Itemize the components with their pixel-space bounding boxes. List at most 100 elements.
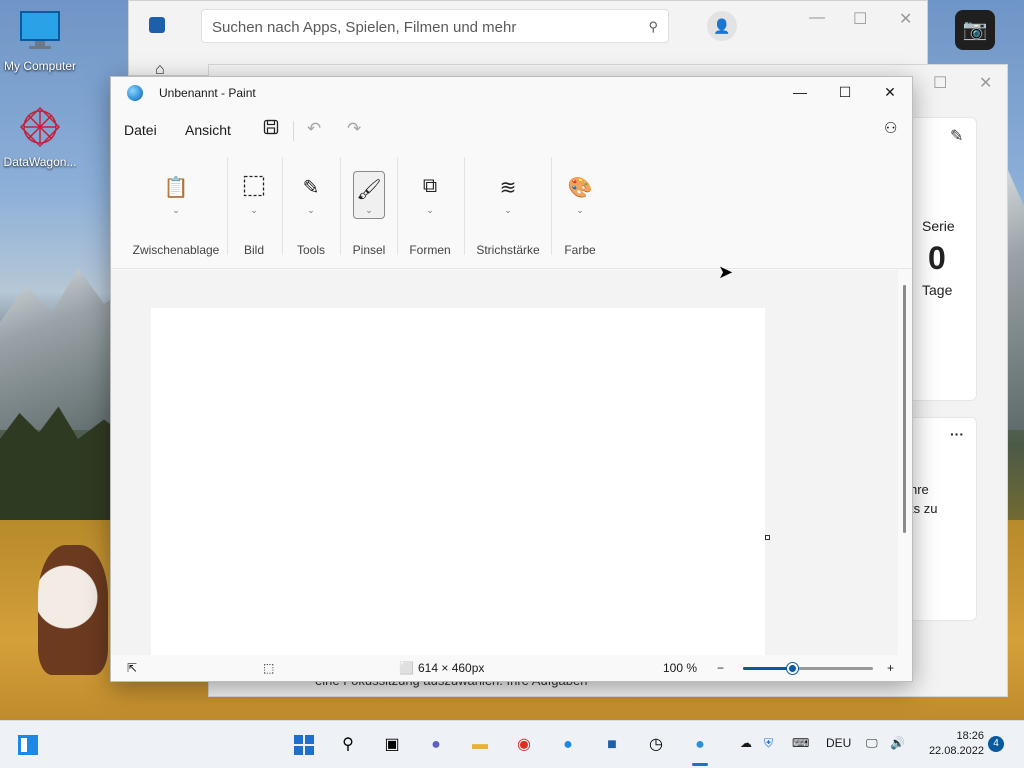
focus-maximize-button[interactable]: ☐	[933, 73, 947, 93]
canvas-size-text: 614 × 460px	[418, 661, 485, 675]
menu-view[interactable]: Ansicht	[185, 122, 231, 138]
chevron-down-icon: ⌄	[172, 205, 180, 215]
save-icon[interactable]	[263, 119, 279, 140]
paint-taskbar-icon[interactable]: ●	[688, 733, 712, 757]
group-image[interactable]: ⌄ Bild	[231, 151, 277, 269]
clock[interactable]: 18:26 22.08.2022	[920, 729, 984, 759]
search-icon[interactable]: ⚲	[336, 733, 360, 757]
drawing-canvas[interactable]	[151, 308, 765, 655]
group-label: Formen	[409, 243, 451, 257]
security-icon[interactable]: ⛨	[764, 736, 773, 751]
group-label: Strichstärke	[476, 243, 540, 257]
volume-icon[interactable]: 🔊	[890, 736, 905, 750]
keyboard-icon[interactable]: ⌨	[792, 736, 809, 750]
store-search-input[interactable]: Suchen nach Apps, Spielen, Filmen und me…	[201, 9, 669, 43]
desktop-icon-label: My Computer	[3, 59, 77, 73]
clock-time: 18:26	[956, 730, 984, 742]
maximize-button[interactable]: ☐	[822, 77, 868, 107]
group-separator	[227, 157, 228, 255]
monitor-icon	[20, 11, 60, 49]
chevron-down-icon: ⌄	[426, 205, 434, 215]
select-icon	[243, 175, 265, 203]
focus-close-button[interactable]: ✕	[979, 73, 992, 93]
tools-icon: ✎	[302, 177, 320, 199]
menu-file[interactable]: Datei	[124, 122, 157, 138]
palette-icon: 🎨	[567, 177, 593, 199]
store-icon[interactable]: ■	[600, 733, 624, 757]
desktop-icon-label: DataWagon...	[3, 155, 77, 169]
menu-bar: Datei Ansicht ↶ ↷ ⚇	[111, 111, 912, 149]
mouse-cursor-icon: ➤	[718, 262, 734, 282]
store-maximize-button[interactable]: ☐	[853, 9, 867, 29]
clipboard-icon: 📋	[163, 177, 189, 199]
more-options-icon[interactable]: ···	[950, 426, 964, 442]
group-separator	[340, 157, 341, 255]
close-button[interactable]: ✕	[867, 77, 913, 107]
shapes-icon: ⧉	[422, 175, 438, 197]
title-bar[interactable]: Unbenannt - Paint — ☐ ✕	[111, 77, 912, 109]
chrome-icon[interactable]: ◉	[512, 733, 536, 757]
serie-value: 0	[928, 240, 946, 276]
group-shapes[interactable]: ⧉ ⌄ Formen	[401, 151, 459, 269]
canvas-area[interactable]	[111, 270, 898, 655]
widgets-icon[interactable]	[16, 733, 40, 757]
network-icon[interactable]: 🖵	[866, 736, 878, 751]
zoom-slider-thumb[interactable]	[787, 663, 798, 674]
store-logo-icon	[149, 17, 165, 33]
group-separator	[551, 157, 552, 255]
store-minimize-button[interactable]: —	[809, 9, 825, 27]
paint-window[interactable]: Unbenannt - Paint — ☐ ✕ Datei Ansicht ↶ …	[110, 76, 913, 682]
group-tools[interactable]: ✎ ⌄ Tools	[287, 151, 335, 269]
brush-icon: 🖌	[356, 179, 382, 201]
vertical-scrollbar[interactable]	[903, 285, 906, 533]
file-explorer-icon[interactable]: ▬	[468, 733, 492, 757]
group-brushes[interactable]: 🖌 ⌄ Pinsel	[345, 151, 393, 269]
stroke-icon: ≋	[499, 177, 517, 199]
window-title: Unbenannt - Paint	[159, 86, 256, 100]
desktop-icon-datawagon[interactable]: DataWagon...	[0, 104, 80, 169]
canvas-resize-handle[interactable]	[765, 535, 770, 540]
search-icon[interactable]: ⚲	[648, 19, 658, 35]
language-indicator[interactable]: DEU	[826, 736, 851, 750]
paint-app-icon	[127, 85, 143, 101]
menu-separator	[293, 121, 294, 141]
chevron-down-icon: ⌄	[576, 205, 584, 215]
group-stroke[interactable]: ≋ ⌄ Strichstärke	[469, 151, 547, 269]
zoom-out-button[interactable]: −	[717, 661, 724, 675]
group-label: Zwischenablage	[132, 243, 220, 257]
camera-icon[interactable]: 📷	[955, 10, 995, 50]
store-close-button[interactable]: ✕	[899, 9, 912, 29]
selection-size-icon: ⬚	[263, 661, 275, 675]
undo-icon[interactable]: ↶	[307, 119, 321, 139]
start-icon[interactable]	[292, 733, 316, 757]
clock-date: 22.08.2022	[928, 745, 984, 757]
notification-badge[interactable]: 4	[988, 736, 1004, 752]
chat-icon[interactable]: ●	[424, 733, 448, 757]
group-clipboard[interactable]: 📋 ⌄ Zwischenablage	[121, 151, 231, 269]
card-text: ts zu	[910, 501, 938, 516]
minimize-button[interactable]: —	[777, 77, 823, 107]
group-label: Pinsel	[352, 243, 386, 257]
redo-icon[interactable]: ↷	[347, 119, 361, 139]
store-search-placeholder: Suchen nach Apps, Spielen, Filmen und me…	[212, 19, 517, 36]
user-avatar-icon[interactable]: 👤	[707, 11, 737, 41]
zoom-in-button[interactable]: +	[887, 661, 894, 675]
tips-icon[interactable]: ●	[556, 733, 580, 757]
status-bar: ⇱ ⬚ ⬜ 614 × 460px 100 % − +	[111, 655, 912, 681]
edit-icon[interactable]: ✎	[950, 126, 963, 146]
taskbar: ⚲ ▣ ● ▬ ◉ ● ■ ◷ ● ☁ ⛨ ⌨ DEU 🖵 🔊 18:26 22…	[0, 720, 1024, 768]
group-label: Bild	[243, 243, 264, 257]
chevron-down-icon: ⌄	[365, 205, 373, 215]
group-color[interactable]: 🎨 ⌄ Farbe	[557, 151, 603, 269]
share-settings-icon[interactable]: ⚇	[884, 119, 897, 137]
group-label: Tools	[296, 243, 325, 257]
serie-label: Serie	[922, 218, 955, 234]
ribbon: 📋 ⌄ Zwischenablage ⌄ Bild ✎ ⌄ Tools 🖌 ⌄ …	[111, 151, 912, 269]
active-app-indicator	[692, 763, 708, 766]
onedrive-icon[interactable]: ☁	[740, 736, 752, 750]
chevron-down-icon: ⌄	[504, 205, 512, 215]
desktop-icon-my-computer[interactable]: My Computer	[0, 8, 80, 73]
clock-app-icon[interactable]: ◷	[644, 733, 668, 757]
chevron-down-icon: ⌄	[307, 205, 315, 215]
task-view-icon[interactable]: ▣	[380, 733, 404, 757]
